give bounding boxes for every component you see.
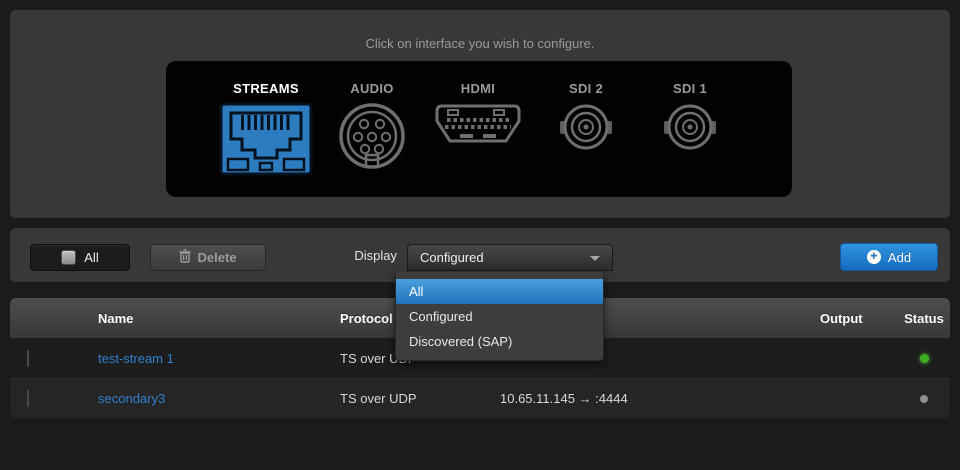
ethernet-jack-icon xyxy=(211,102,321,182)
chevron-down-icon xyxy=(590,256,600,261)
interface-audio[interactable]: AUDIO xyxy=(317,81,427,182)
bnc-connector-icon xyxy=(531,102,641,182)
interface-sdi1[interactable]: SDI 1 xyxy=(635,81,745,182)
connector-strip: STREAMS AUDIO xyxy=(166,61,792,197)
header-name: Name xyxy=(88,311,330,326)
add-button-label: Add xyxy=(888,250,911,265)
hdmi-connector-icon xyxy=(423,102,533,182)
interface-sdi2-label: SDI 2 xyxy=(531,81,641,96)
interface-sdi2[interactable]: SDI 2 xyxy=(531,81,641,182)
stream-name-link[interactable]: test-stream 1 xyxy=(98,351,174,366)
select-all-checkbox[interactable] xyxy=(61,250,76,265)
display-filter-selected-value: Configured xyxy=(420,250,484,265)
status-dot-active xyxy=(920,354,929,363)
display-filter-dropdown: All Configured Discovered (SAP) xyxy=(395,272,604,361)
interface-audio-label: AUDIO xyxy=(317,81,427,96)
bnc-connector-icon xyxy=(635,102,745,182)
din-connector-icon xyxy=(317,102,427,182)
interface-sdi1-label: SDI 1 xyxy=(635,81,745,96)
row-checkbox[interactable] xyxy=(27,350,29,367)
delete-button[interactable]: Delete xyxy=(150,244,266,271)
display-filter-label: Display xyxy=(285,228,397,282)
table-row: secondary3 TS over UDP 10.65.11.145 → :4… xyxy=(10,378,950,418)
instruction-text: Click on interface you wish to configure… xyxy=(10,10,950,51)
dropdown-option-all[interactable]: All xyxy=(396,279,603,304)
interface-hdmi[interactable]: HDMI xyxy=(423,81,533,182)
interface-streams-label: STREAMS xyxy=(211,81,321,96)
header-output: Output xyxy=(810,311,898,326)
select-all-button[interactable]: All xyxy=(30,244,130,271)
delete-button-label: Delete xyxy=(197,250,236,265)
stream-destination: 10.65.11.145 → :4444 xyxy=(490,391,810,406)
interface-hdmi-label: HDMI xyxy=(423,81,533,96)
stream-protocol: TS over UDP xyxy=(330,391,490,406)
interface-streams[interactable]: STREAMS xyxy=(211,81,321,182)
header-status: Status xyxy=(898,311,950,326)
dropdown-option-discovered-sap[interactable]: Discovered (SAP) xyxy=(396,329,603,354)
row-checkbox[interactable] xyxy=(27,390,29,407)
interface-panel: Click on interface you wish to configure… xyxy=(10,10,950,218)
display-filter-select[interactable]: Configured xyxy=(407,244,613,271)
dropdown-option-configured[interactable]: Configured xyxy=(396,304,603,329)
plus-circle-icon: + xyxy=(867,250,881,264)
select-all-label: All xyxy=(84,250,98,265)
trash-icon xyxy=(179,249,191,266)
stream-name-link[interactable]: secondary3 xyxy=(98,391,165,406)
add-stream-button[interactable]: + Add xyxy=(840,243,938,271)
status-dot-inactive xyxy=(920,395,928,403)
